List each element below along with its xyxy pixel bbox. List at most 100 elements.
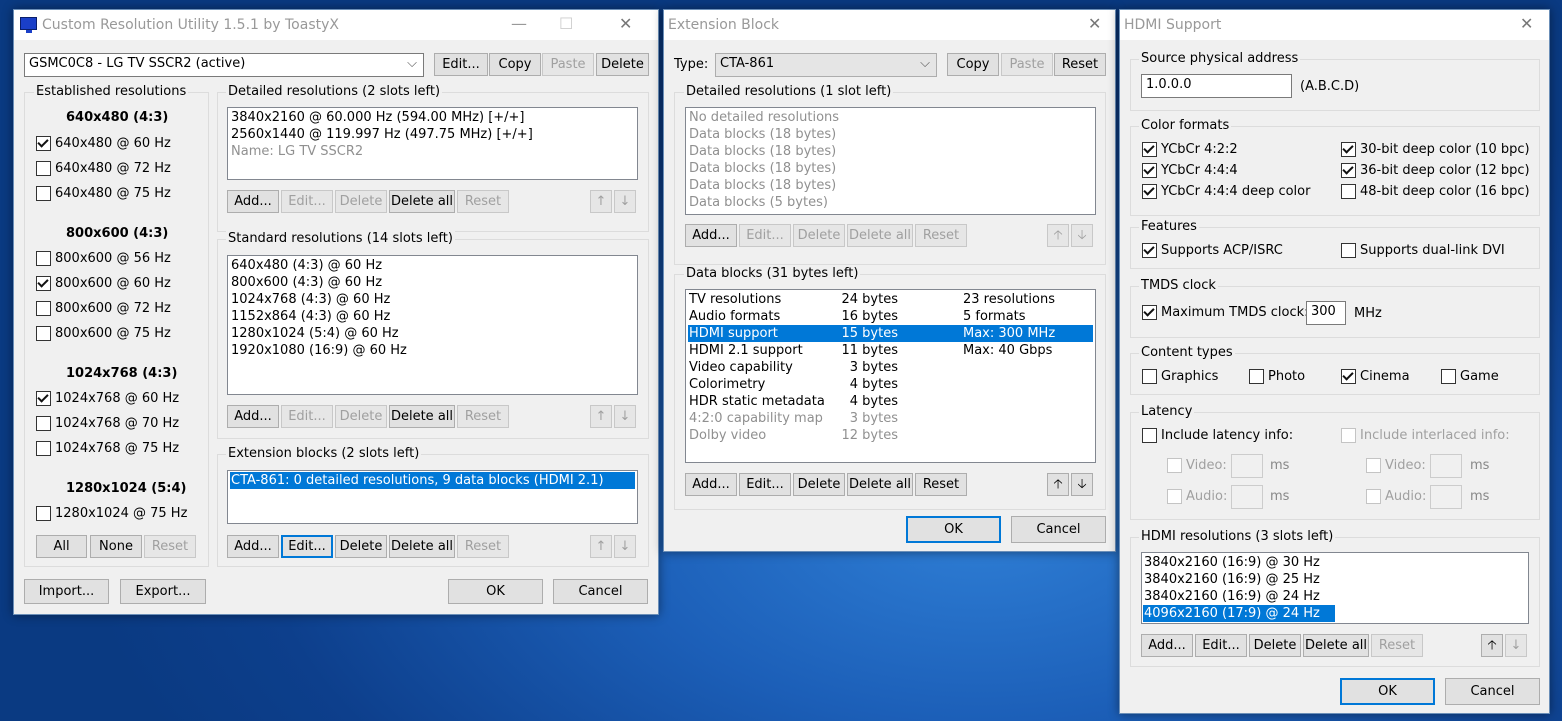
delete-hdmi-res-button[interactable]: Delete — [1249, 634, 1301, 657]
reset-datablock-button[interactable]: Reset — [915, 473, 967, 496]
checkbox-ycbcr-422[interactable]: YCbCr 4:2:2 — [1142, 142, 1238, 157]
edit-hdmi-res-button[interactable]: Edit... — [1195, 634, 1247, 657]
reset-detailed-button[interactable]: Reset — [457, 190, 509, 213]
ext-title-bar[interactable]: Extension Block ✕ — [664, 10, 1115, 40]
list-item[interactable]: 1152x864 (4:3) @ 60 Hz — [231, 308, 390, 325]
list-item[interactable]: No detailed resolutions — [689, 109, 839, 126]
ok-button[interactable]: OK — [906, 516, 1001, 543]
detailed-list[interactable]: 3840x2160 @ 60.000 Hz (594.00 MHz) [+/+]… — [227, 107, 638, 180]
hdmi-title-bar[interactable]: HDMI Support ✕ — [1120, 10, 1549, 40]
reset-hdmi-res-button[interactable]: Reset — [1371, 634, 1423, 657]
reset-standard-button[interactable]: Reset — [457, 405, 509, 428]
table-row[interactable]: HDMI support 15 bytes Max: 300 MHz — [688, 325, 1093, 342]
delete-all-extension-button[interactable]: Delete all — [389, 535, 455, 558]
reset-extension-button[interactable]: Reset — [457, 535, 509, 558]
reset-detailed-button[interactable]: Reset — [915, 224, 967, 247]
list-item[interactable]: Data blocks (18 bytes) — [689, 126, 836, 143]
checkbox-800x600-72[interactable]: 800x600 @ 72 Hz — [36, 301, 171, 316]
checkbox-audio-interlaced[interactable]: Audio: — [1366, 489, 1426, 504]
list-item[interactable]: 3840x2160 (16:9) @ 24 Hz — [1144, 588, 1320, 605]
add-datablock-button[interactable]: Add... — [685, 473, 737, 496]
list-item[interactable]: 4096x2160 (17:9) @ 24 Hz — [1143, 605, 1335, 622]
delete-display-button[interactable]: Delete — [596, 53, 649, 76]
delete-extension-button[interactable]: Delete — [335, 535, 387, 558]
add-standard-button[interactable]: Add... — [227, 405, 279, 428]
minimize-button[interactable]: — — [511, 16, 527, 32]
delete-all-datablock-button[interactable]: Delete all — [847, 473, 913, 496]
delete-standard-button[interactable]: Delete — [335, 405, 387, 428]
checkbox-1024x768-60[interactable]: 1024x768 @ 60 Hz — [36, 391, 179, 406]
checkbox-800x600-60[interactable]: 800x600 @ 60 Hz — [36, 276, 171, 291]
move-down-icon[interactable]: ↓ — [1505, 634, 1527, 657]
delete-all-detailed-button[interactable]: Delete all — [389, 190, 455, 213]
checkbox-ycbcr-444-deep[interactable]: YCbCr 4:4:4 deep color — [1142, 184, 1310, 199]
none-button[interactable]: None — [90, 535, 142, 558]
display-select[interactable]: GSMC0C8 - LG TV SSCR2 (active) ⌵ — [24, 53, 424, 77]
close-button[interactable]: ✕ — [1520, 16, 1533, 32]
move-down-icon[interactable]: 🡣 — [1071, 224, 1093, 247]
checkbox-graphics[interactable]: Graphics — [1142, 369, 1218, 384]
cru-title-bar[interactable]: Custom Resolution Utility 1.5.1 by Toast… — [14, 10, 658, 40]
list-item[interactable]: Data blocks (18 bytes) — [689, 160, 836, 177]
video-interlaced-input[interactable] — [1430, 454, 1462, 478]
edit-datablock-button[interactable]: Edit... — [739, 473, 791, 496]
close-button[interactable]: ✕ — [1088, 16, 1101, 32]
audio-latency-input[interactable] — [1231, 485, 1263, 509]
extension-list[interactable]: CTA-861: 0 detailed resolutions, 9 data … — [227, 470, 638, 524]
list-item[interactable]: 1920x1080 (16:9) @ 60 Hz — [231, 342, 407, 359]
cancel-button[interactable]: Cancel — [553, 579, 648, 604]
import-button[interactable]: Import... — [24, 579, 109, 604]
checkbox-video-interlaced[interactable]: Video: — [1366, 458, 1426, 473]
reset-button[interactable]: Reset — [1054, 53, 1106, 76]
checkbox-ycbcr-444[interactable]: YCbCr 4:4:4 — [1142, 163, 1238, 178]
checkbox-include-latency[interactable]: Include latency info: — [1142, 428, 1293, 443]
checkbox-game[interactable]: Game — [1441, 369, 1499, 384]
list-item[interactable]: 800x600 (4:3) @ 60 Hz — [231, 274, 382, 291]
cancel-button[interactable]: Cancel — [1445, 678, 1540, 705]
ext-detailed-list[interactable]: No detailed resolutions Data blocks (18 … — [685, 107, 1096, 215]
checkbox-1024x768-70[interactable]: 1024x768 @ 70 Hz — [36, 416, 179, 431]
list-item[interactable]: Data blocks (18 bytes) — [689, 177, 836, 194]
delete-detailed-button[interactable]: Delete — [335, 190, 387, 213]
standard-list[interactable]: 640x480 (4:3) @ 60 Hz 800x600 (4:3) @ 60… — [227, 255, 638, 395]
type-select[interactable]: CTA-861 ⌵ — [715, 53, 937, 77]
datablocks-list[interactable]: TV resolutions 24 bytes 23 resolutions A… — [685, 289, 1096, 463]
video-latency-input[interactable] — [1231, 454, 1263, 478]
edit-detailed-button[interactable]: Edit... — [281, 190, 333, 213]
maximize-button[interactable]: ☐ — [559, 16, 573, 32]
move-down-icon[interactable]: ↓ — [614, 190, 636, 213]
tmds-input[interactable]: 300 — [1306, 301, 1346, 325]
list-item[interactable]: Name: LG TV SSCR2 — [231, 143, 363, 160]
checkbox-max-tmds[interactable]: Maximum TMDS clock: — [1142, 305, 1309, 320]
checkbox-audio-latency[interactable]: Audio: — [1167, 489, 1227, 504]
move-down-icon[interactable]: ↓ — [614, 535, 636, 558]
delete-all-detailed-button[interactable]: Delete all — [847, 224, 913, 247]
all-button[interactable]: All — [36, 535, 87, 558]
move-up-icon[interactable]: ↑ — [590, 405, 612, 428]
list-item[interactable]: 1280x1024 (5:4) @ 60 Hz — [231, 325, 399, 342]
close-button[interactable]: ✕ — [619, 16, 632, 32]
edit-standard-button[interactable]: Edit... — [281, 405, 333, 428]
move-up-icon[interactable]: ↑ — [590, 190, 612, 213]
ok-button[interactable]: OK — [1340, 678, 1435, 705]
add-detailed-button[interactable]: Add... — [685, 224, 737, 247]
reset-established-button[interactable]: Reset — [144, 535, 196, 558]
copy-button[interactable]: Copy — [489, 53, 541, 76]
list-item[interactable]: Data blocks (18 bytes) — [689, 143, 836, 160]
checkbox-640x480-72[interactable]: 640x480 @ 72 Hz — [36, 161, 171, 176]
hdmi-resolutions-list[interactable]: 3840x2160 (16:9) @ 30 Hz 3840x2160 (16:9… — [1141, 552, 1529, 624]
checkbox-cinema[interactable]: Cinema — [1341, 369, 1410, 384]
list-item[interactable]: 640x480 (4:3) @ 60 Hz — [231, 257, 382, 274]
add-extension-button[interactable]: Add... — [227, 535, 279, 558]
checkbox-photo[interactable]: Photo — [1249, 369, 1305, 384]
move-up-icon[interactable]: 🡡 — [1047, 473, 1069, 496]
move-up-icon[interactable]: 🡡 — [1047, 224, 1069, 247]
add-hdmi-res-button[interactable]: Add... — [1141, 634, 1193, 657]
checkbox-36bit[interactable]: 36-bit deep color (12 bpc) — [1341, 163, 1530, 178]
paste-button[interactable]: Paste — [542, 53, 594, 76]
checkbox-640x480-75[interactable]: 640x480 @ 75 Hz — [36, 186, 171, 201]
checkbox-30bit[interactable]: 30-bit deep color (10 bpc) — [1341, 142, 1530, 157]
checkbox-1280x1024-75[interactable]: 1280x1024 @ 75 Hz — [36, 506, 187, 521]
list-item[interactable]: CTA-861: 0 detailed resolutions, 9 data … — [230, 472, 635, 489]
move-up-icon[interactable]: ↑ — [590, 535, 612, 558]
